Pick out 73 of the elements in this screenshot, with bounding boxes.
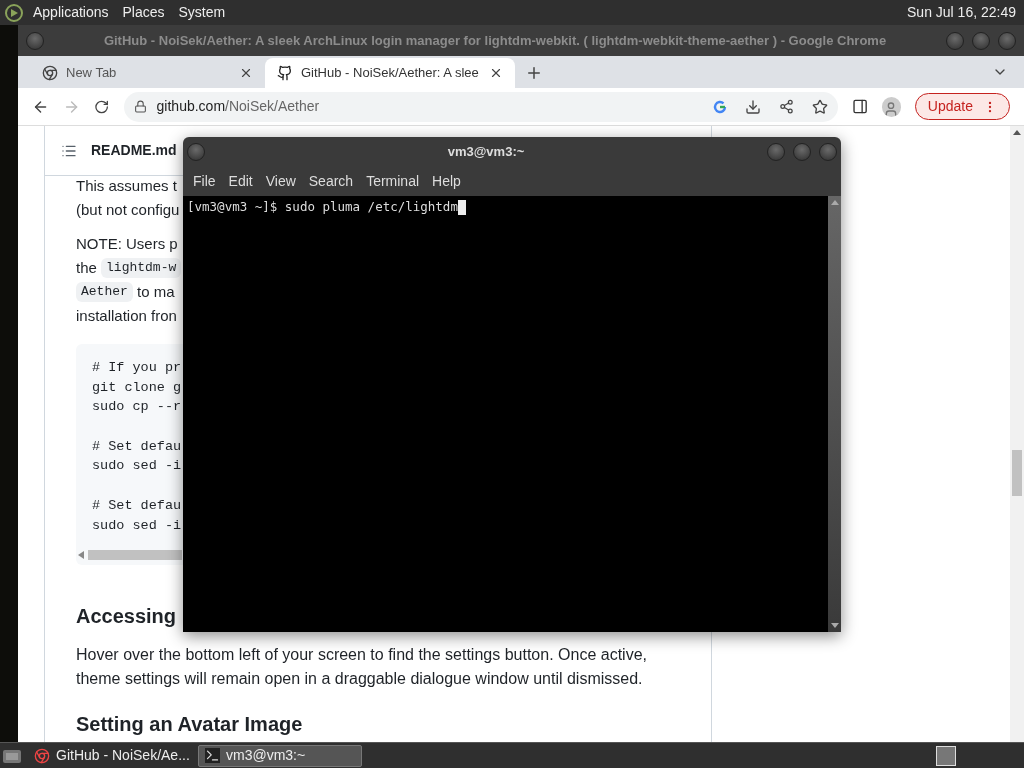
close-tab-icon[interactable] <box>489 66 503 80</box>
paragraph-text: Hover over the bottom left of your screen to find the settings button. Once active, theme settings will remain open in a draggable dialogue window until dismissed. <box>76 645 648 690</box>
scroll-thumb[interactable] <box>88 550 182 561</box>
browser-tab[interactable]: GitHub - NoiSek/Aether: A slee <box>265 58 515 88</box>
terminal-menu-item[interactable]: Help <box>426 170 467 192</box>
update-button[interactable]: Update <box>914 93 1010 120</box>
code-line: git clone g <box>92 379 182 395</box>
inline-code: lightdm-w <box>101 258 182 278</box>
address-bar[interactable]: github.com/NoiSek/Aether <box>123 91 838 122</box>
reload-icon[interactable] <box>94 98 110 115</box>
chrome-icon <box>42 65 58 81</box>
terminal-menu-item[interactable]: Search <box>302 170 360 192</box>
paragraph-text: NOTE: Users p <box>76 234 178 254</box>
terminal-scrollbar[interactable] <box>828 196 841 632</box>
page-scrollbar[interactable] <box>1010 126 1024 742</box>
code-line: sudo cp --r <box>92 399 182 415</box>
terminal-menu-item[interactable]: Terminal <box>360 170 426 192</box>
section-heading: Setting an Avatar Image <box>76 712 304 738</box>
code-line: # Set defau <box>92 438 182 454</box>
close-button[interactable] <box>819 142 837 161</box>
minimize-button[interactable] <box>767 142 785 161</box>
readme-title: README.md <box>91 141 177 160</box>
terminal-icon <box>205 748 220 763</box>
browser-tab[interactable]: New Tab <box>30 58 265 88</box>
panel-menu[interactable]: System <box>173 2 231 23</box>
scroll-down-icon[interactable] <box>830 623 839 628</box>
share-icon[interactable] <box>778 99 794 114</box>
paragraph-text: the <box>76 258 98 278</box>
panel-menu[interactable]: Applications <box>28 2 114 23</box>
new-tab-icon[interactable] <box>525 64 543 82</box>
taskbar-button[interactable]: vm3@vm3:~ <box>198 744 362 767</box>
lock-icon <box>133 100 147 113</box>
bookmark-star-icon[interactable] <box>811 98 828 115</box>
inline-code: Aether <box>76 282 133 302</box>
panel-menu[interactable]: Places <box>117 2 170 23</box>
close-tab-icon[interactable] <box>239 66 253 80</box>
workspace-switcher[interactable] <box>936 745 956 766</box>
terminal-menu-item[interactable]: File <box>187 170 222 192</box>
scroll-up-icon[interactable] <box>1013 130 1021 135</box>
maximize-button[interactable] <box>972 31 990 50</box>
side-panel-icon[interactable] <box>851 98 868 115</box>
terminal-menu-item[interactable]: View <box>259 170 302 192</box>
terminal-title: vm3@vm3:~ <box>446 142 526 161</box>
paragraph-text: to ma <box>135 282 175 302</box>
paragraph-text: This assumes t <box>76 176 177 196</box>
code-line: sudo sed -i <box>92 458 182 474</box>
google-icon[interactable] <box>712 99 727 114</box>
maximize-button[interactable] <box>793 142 811 161</box>
chrome-icon <box>34 747 50 764</box>
logo-icon <box>4 2 24 23</box>
terminal-menu-item[interactable]: Edit <box>222 170 259 192</box>
code-line: # Set defau <box>92 497 182 513</box>
window-menu-button[interactable] <box>26 31 44 50</box>
minimize-button[interactable] <box>946 31 964 50</box>
section-heading: Accessing <box>76 604 178 630</box>
scroll-left-icon[interactable] <box>78 551 84 560</box>
code-line: sudo sed -i <box>92 517 182 533</box>
taskbar-button[interactable]: GitHub - NoiSek/Ae... <box>28 744 192 767</box>
code-line: # If you pr <box>92 360 182 375</box>
window-title: GitHub - NoiSek/Aether: A sleek ArchLinux login manager for lightdm-webkit. ( lightdm-webkit-theme-aether ) - Google Chrome <box>102 31 888 50</box>
github-icon <box>277 65 293 81</box>
paragraph-text: installation fron <box>76 306 177 326</box>
paragraph-text: (but not configu <box>76 200 180 220</box>
url-text: github.com/NoiSek/Aether <box>156 97 321 116</box>
clock: Sun Jul 16, 22:49 <box>907 3 1016 22</box>
close-button[interactable] <box>998 31 1016 50</box>
horizontal-scrollbar[interactable] <box>78 549 182 562</box>
terminal-cursor <box>457 199 466 215</box>
profile-avatar[interactable] <box>881 96 901 117</box>
install-icon[interactable] <box>744 98 761 115</box>
window-menu-button[interactable] <box>187 142 205 161</box>
scroll-thumb[interactable] <box>1012 450 1022 496</box>
terminal-line: [vm3@vm3 ~]$ sudo pluma /etc/lightdm <box>187 198 458 216</box>
